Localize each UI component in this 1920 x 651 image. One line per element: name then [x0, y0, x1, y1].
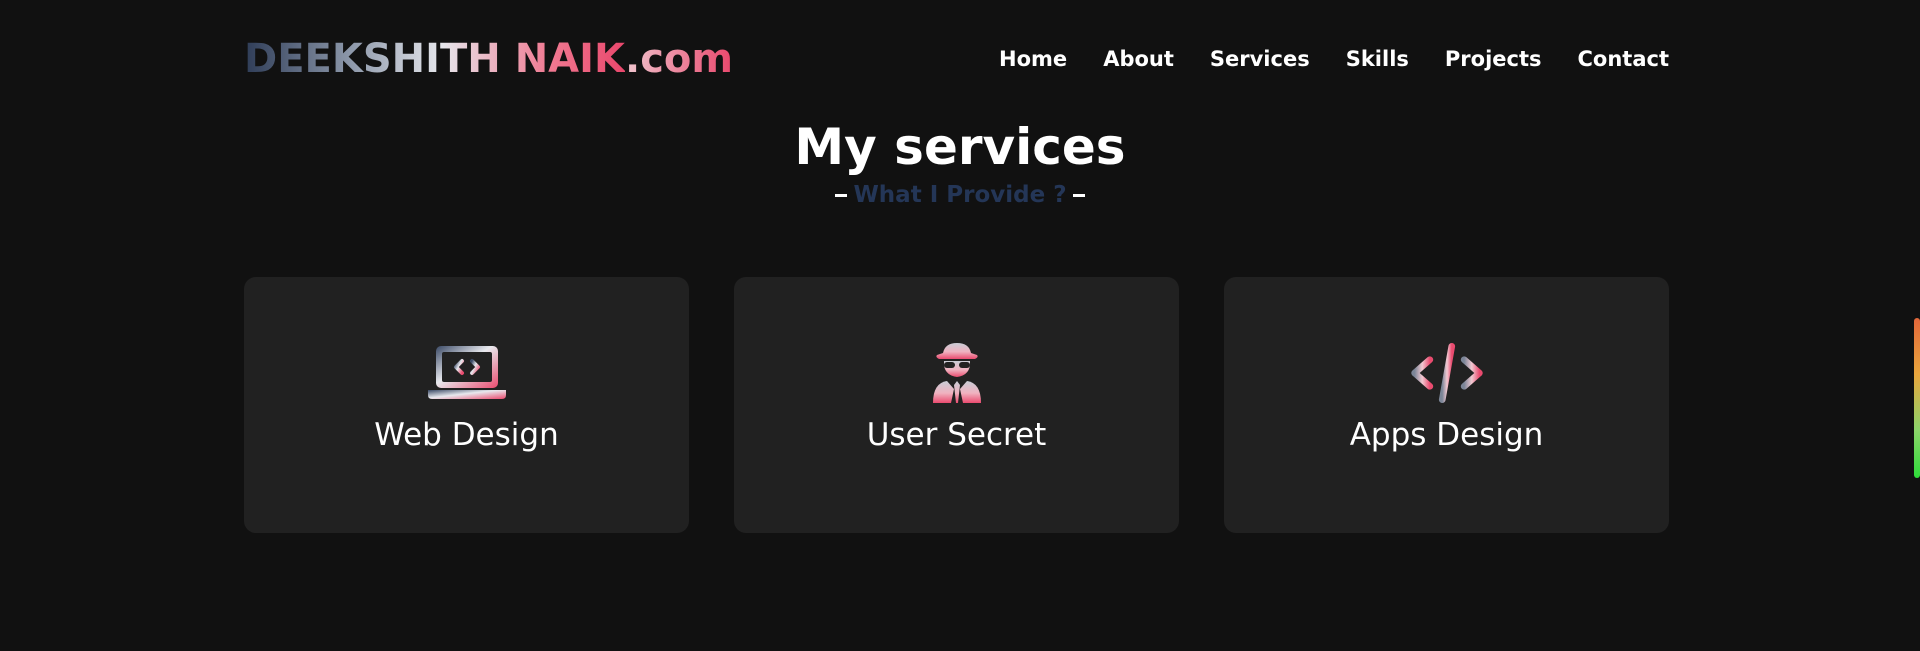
- subtitle-dash-right: [1072, 194, 1085, 197]
- nav-item-skills: Skills: [1346, 47, 1409, 71]
- service-card-user-secret[interactable]: User Secret: [734, 277, 1179, 533]
- scroll-progress-indicator: [1914, 318, 1920, 478]
- nav-link-home[interactable]: Home: [999, 47, 1067, 71]
- nav-menu: Home About Services Skills Projects Cont…: [999, 47, 1669, 71]
- nav-link-services[interactable]: Services: [1210, 47, 1310, 71]
- site-logo[interactable]: DEEKSHITH NAIK.com: [244, 36, 733, 82]
- nav-link-about[interactable]: About: [1103, 47, 1174, 71]
- section-subtitle: What I Provide ?: [0, 182, 1920, 208]
- service-card-apps-design[interactable]: Apps Design: [1224, 277, 1669, 533]
- nav-link-projects[interactable]: Projects: [1445, 47, 1542, 71]
- nav-item-about: About: [1103, 47, 1174, 71]
- user-secret-icon: [917, 341, 997, 405]
- subtitle-dash-left: [835, 194, 848, 197]
- page: DEEKSHITH NAIK.com Home About Services S…: [0, 0, 1920, 651]
- service-title: Web Design: [374, 417, 559, 453]
- nav-item-contact: Contact: [1578, 47, 1670, 71]
- section-title: My services: [794, 118, 1126, 176]
- nav-item-projects: Projects: [1445, 47, 1542, 71]
- nav-link-contact[interactable]: Contact: [1578, 47, 1670, 71]
- code-icon: [1407, 341, 1487, 405]
- services-cards: Web Design User Secret Apps Design: [244, 277, 1669, 533]
- service-title: Apps Design: [1349, 417, 1544, 453]
- navbar: DEEKSHITH NAIK.com Home About Services S…: [244, 30, 1669, 88]
- logo-suffix: .com: [625, 36, 734, 82]
- nav-link-skills[interactable]: Skills: [1346, 47, 1409, 71]
- laptop-code-icon: [427, 341, 507, 405]
- subtitle-text: What I Provide ?: [853, 182, 1067, 208]
- service-title: User Secret: [866, 417, 1047, 453]
- nav-item-services: Services: [1210, 47, 1310, 71]
- nav-item-home: Home: [999, 47, 1067, 71]
- service-card-web-design[interactable]: Web Design: [244, 277, 689, 533]
- logo-name: DEEKSHITH NAIK: [244, 36, 626, 82]
